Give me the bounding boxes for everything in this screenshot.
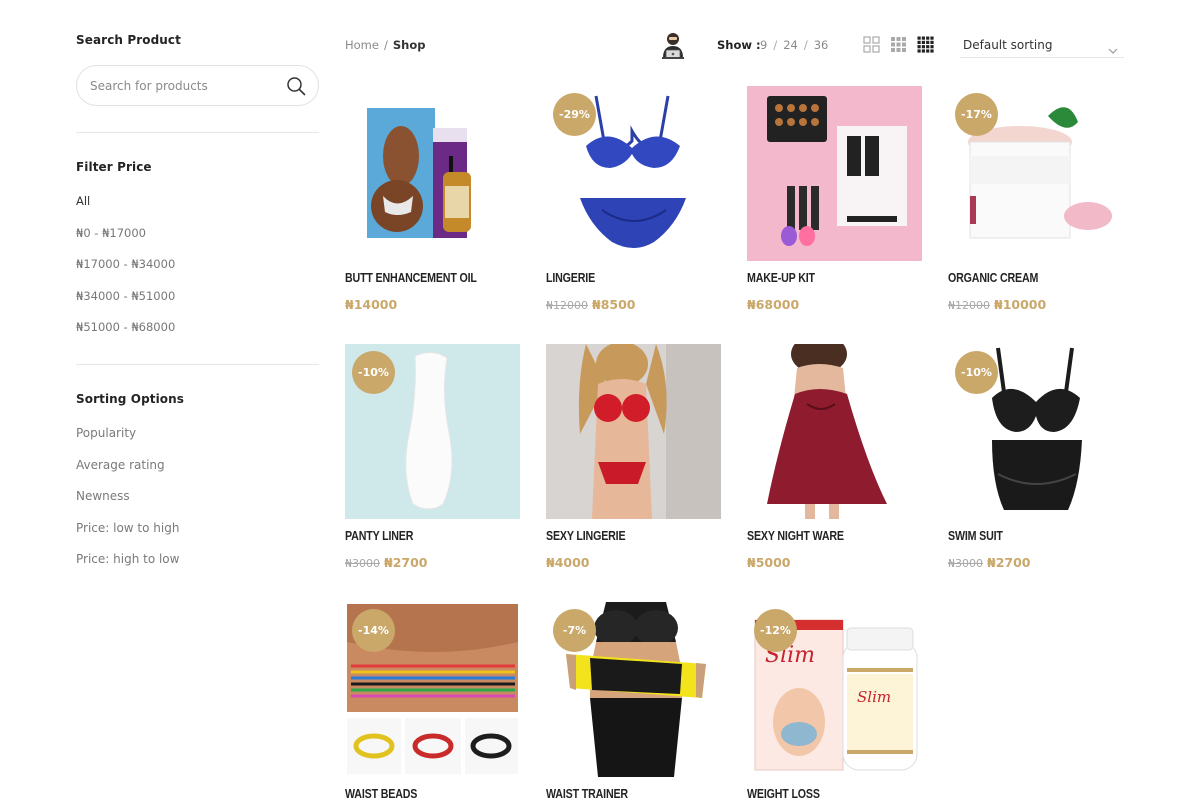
breadcrumb-current: Shop	[392, 38, 426, 52]
product-image[interactable]	[546, 344, 721, 519]
discount-badge: -10%	[955, 351, 998, 394]
product-image[interactable]: -14%	[345, 602, 520, 777]
grid-3-columns-icon[interactable]	[890, 36, 907, 53]
product-current-price: ₦2700	[384, 555, 428, 570]
breadcrumb-home-link[interactable]: Home	[345, 38, 379, 52]
product-old-price: ₦12000	[546, 299, 588, 312]
product-image[interactable]	[345, 86, 520, 261]
filter-option[interactable]: ₦34000 - ₦51000	[76, 289, 175, 321]
sort-option-price-desc[interactable]: Price: high to low	[76, 552, 179, 584]
product-name[interactable]: WAIST BEADS	[345, 786, 417, 800]
search-widget-title: Search Product	[76, 33, 181, 47]
chevron-down-icon	[1108, 41, 1118, 54]
show-per-page-label: Show :	[717, 38, 761, 52]
product-current-price: ₦2700	[987, 555, 1031, 570]
product-name[interactable]: BUTT ENHANCEMENT OIL	[345, 270, 477, 285]
show-separator: /	[803, 38, 808, 52]
product-current-price: ₦68000	[747, 297, 800, 312]
product-current-price: ₦5000	[747, 555, 791, 570]
breadcrumb-separator: /	[383, 38, 388, 52]
product-image[interactable]: -10%	[345, 344, 520, 519]
discount-badge: -10%	[352, 351, 395, 394]
divider	[76, 364, 319, 365]
show-24-option[interactable]: 24	[783, 38, 798, 52]
product-price: ₦3000 ₦2700	[948, 555, 1031, 570]
product-image[interactable]	[747, 86, 922, 261]
product-price: ₦4000	[546, 555, 590, 570]
sorting-options-title: Sorting Options	[76, 392, 185, 406]
product-current-price: ₦4000	[546, 555, 590, 570]
sorting-options-list: Popularity Average rating Newness Price:…	[76, 426, 179, 584]
product-image[interactable]: -10%	[948, 344, 1123, 519]
discount-badge: -14%	[352, 609, 395, 652]
product-name[interactable]: WEIGHT LOSS	[747, 786, 820, 800]
grid-4-columns-icon[interactable]	[917, 36, 934, 53]
discount-badge: -12%	[754, 609, 797, 652]
user-avatar-icon[interactable]	[659, 30, 687, 60]
product-image[interactable]: -29%	[546, 86, 721, 261]
divider	[76, 132, 319, 133]
sort-option-popularity[interactable]: Popularity	[76, 426, 179, 458]
discount-badge: -29%	[553, 93, 596, 136]
product-price: ₦12000 ₦10000	[948, 297, 1046, 312]
product-name[interactable]: PANTY LINER	[345, 528, 413, 543]
grid-2-columns-icon[interactable]	[863, 36, 880, 53]
product-name[interactable]: ORGANIC CREAM	[948, 270, 1038, 285]
discount-badge: -17%	[955, 93, 998, 136]
grid-view-switcher	[863, 36, 934, 53]
product-name[interactable]: SEXY NIGHT WARE	[747, 528, 844, 543]
show-per-page-options: 9 / 24 / 36	[760, 38, 828, 52]
product-old-price: ₦3000	[948, 557, 983, 570]
product-image[interactable]: Slim Slim -12%	[747, 602, 922, 777]
filter-price-title: Filter Price	[76, 160, 152, 174]
product-current-price: ₦14000	[345, 297, 398, 312]
filter-option[interactable]: ₦17000 - ₦34000	[76, 257, 175, 289]
sort-option-rating[interactable]: Average rating	[76, 458, 179, 490]
product-current-price: ₦8500	[592, 297, 636, 312]
filter-option[interactable]: ₦0 - ₦17000	[76, 226, 175, 258]
show-9-option[interactable]: 9	[760, 38, 767, 52]
filter-option[interactable]: ₦51000 - ₦68000	[76, 320, 175, 352]
product-price: ₦3000 ₦2700	[345, 555, 428, 570]
search-input[interactable]	[90, 76, 280, 96]
filter-price-list: All ₦0 - ₦17000 ₦17000 - ₦34000 ₦34000 -…	[76, 194, 175, 352]
product-old-price: ₦3000	[345, 557, 380, 570]
product-price: ₦14000	[345, 297, 397, 312]
product-name[interactable]: WAIST TRAINER	[546, 786, 628, 800]
search-icon[interactable]	[286, 76, 306, 96]
product-current-price: ₦10000	[994, 297, 1047, 312]
breadcrumb: Home / Shop	[345, 38, 425, 52]
product-image[interactable]: -17%	[948, 86, 1123, 261]
filter-option-all[interactable]: All	[76, 194, 175, 226]
product-price: ₦5000	[747, 555, 791, 570]
product-price: ₦12000 ₦8500	[546, 297, 636, 312]
product-price: ₦68000	[747, 297, 799, 312]
product-name[interactable]: LINGERIE	[546, 270, 595, 285]
svg-text:Slim: Slim	[857, 688, 891, 706]
product-name[interactable]: SEXY LINGERIE	[546, 528, 626, 543]
discount-badge: -7%	[553, 609, 596, 652]
show-36-option[interactable]: 36	[814, 38, 829, 52]
sort-option-newness[interactable]: Newness	[76, 489, 179, 521]
product-old-price: ₦12000	[948, 299, 990, 312]
sorting-select[interactable]: Default sorting	[960, 33, 1124, 58]
search-form	[76, 65, 319, 106]
sort-option-price-asc[interactable]: Price: low to high	[76, 521, 179, 553]
show-separator: /	[773, 38, 778, 52]
product-image[interactable]	[747, 344, 922, 519]
sorting-select-value: Default sorting	[963, 38, 1053, 52]
product-name[interactable]: SWIM SUIT	[948, 528, 1003, 543]
product-name[interactable]: MAKE-UP KIT	[747, 270, 815, 285]
product-image[interactable]: -7%	[546, 602, 721, 777]
